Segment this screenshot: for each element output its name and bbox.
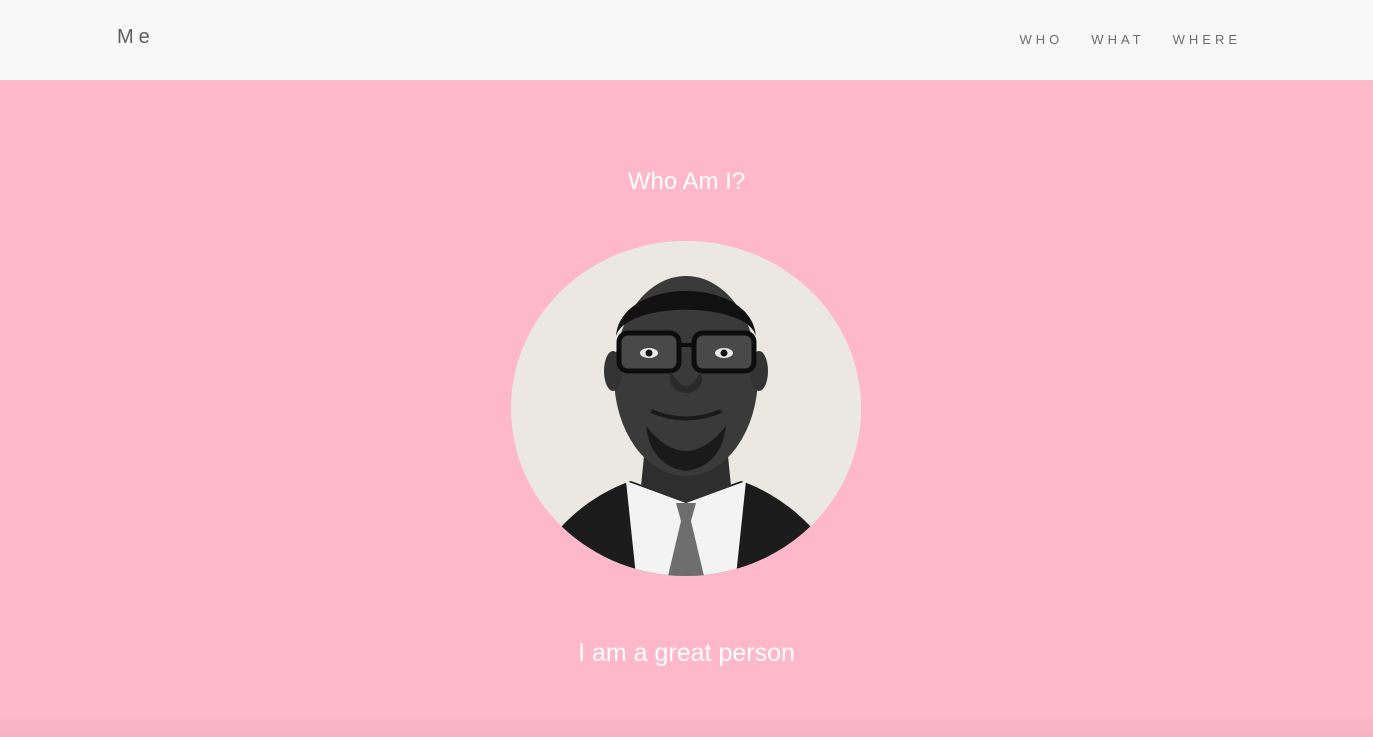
hero-title: Who Am I? [627, 168, 746, 195]
nav-link-where[interactable]: WHERE [1173, 32, 1241, 47]
hero-bottom-shadow [0, 715, 1373, 737]
navbar: Me WHO WHAT WHERE [0, 0, 1373, 80]
profile-photo [511, 241, 861, 576]
hero-section: Who Am I? I am a great person [0, 80, 1373, 737]
brand-link[interactable]: Me [117, 26, 155, 49]
nav-link-who[interactable]: WHO [1020, 32, 1064, 47]
nav-links: WHO WHAT WHERE [992, 32, 1241, 47]
nav-link-what[interactable]: WHAT [1091, 32, 1144, 47]
hero-tagline: I am a great person [578, 639, 795, 667]
profile-photo-icon [511, 241, 861, 576]
